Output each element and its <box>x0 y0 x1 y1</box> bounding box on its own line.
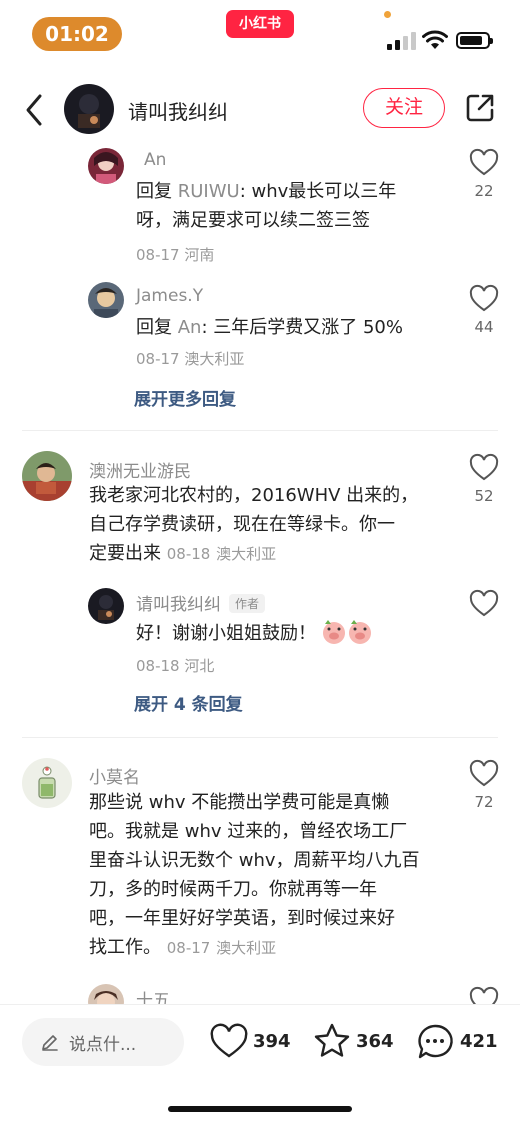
comment-meta: 08-17 河南 <box>136 244 214 265</box>
comment-author[interactable]: An <box>144 150 166 170</box>
comment-line: 里奋斗认识无数个 whv，周薪平均八九百 <box>89 850 420 871</box>
comment-input-placeholder: 说点什... <box>69 1035 137 1055</box>
like-count: 394 <box>253 1031 291 1052</box>
comment-line: 我老家河北农村的，2016WHV 出来的， <box>89 485 419 506</box>
like-icon[interactable] <box>210 1023 248 1061</box>
comment-date: 08-17 <box>136 350 180 368</box>
comment-location: 河南 <box>184 246 215 264</box>
comment-date: 08-18 <box>166 545 211 563</box>
comment-author[interactable]: 请叫我纠纠 <box>136 595 221 615</box>
reply-mention[interactable]: RUIWU <box>178 181 240 202</box>
comment-count: 421 <box>460 1031 498 1052</box>
avatar[interactable] <box>88 148 124 184</box>
avatar[interactable] <box>22 758 72 808</box>
comment-text: 回复 RUIWU: whv最长可以三年 呀，满足要求可以续二签三签 <box>136 177 436 235</box>
brand-badge: 小红书 <box>226 10 294 38</box>
author-tag: 作者 <box>229 594 266 613</box>
comment-line: 刀，多的时候两千刀。你就再等一年 <box>89 879 377 900</box>
like-count: 22 <box>474 182 494 200</box>
comment-author[interactable]: 澳洲无业游民 <box>89 457 191 482</box>
comment-date: 08-17 <box>136 246 180 264</box>
comment-text: 回复 An: 三年后学费又涨了 50% <box>136 313 456 342</box>
comment-location: 澳大利亚 <box>216 939 277 957</box>
avatar[interactable] <box>88 282 124 318</box>
reply-prefix: 回复 <box>136 181 178 202</box>
follow-button[interactable]: 关注 <box>363 88 445 128</box>
expand-replies-button[interactable]: 展开 4 条回复 <box>134 690 243 715</box>
reply-line2: 呀，满足要求可以续二签三签 <box>136 210 370 231</box>
comment-text: 好！谢谢小姐姐鼓励！ <box>136 619 436 648</box>
comment-date: 08-17 <box>166 939 211 957</box>
pencil-icon <box>42 1035 58 1051</box>
chevron-left-icon[interactable] <box>22 90 48 130</box>
reply-line1: whv最长可以三年 <box>251 181 397 202</box>
like-count: 52 <box>474 487 494 505</box>
avatar[interactable] <box>22 451 72 501</box>
heart-icon[interactable] <box>469 148 499 178</box>
author-name[interactable]: 请叫我纠纠 <box>128 96 228 125</box>
comment-location: 河北 <box>184 657 215 675</box>
expand-more-replies-button[interactable]: 展开更多回复 <box>134 385 236 410</box>
comment-line: 吧。我就是 whv 过来的，曾经农场工厂 <box>89 821 408 842</box>
status-time: 01:02 <box>32 17 122 51</box>
heart-icon[interactable] <box>469 759 499 789</box>
comment-text: 我老家河北农村的，2016WHV 出来的， 自己存学费读研，现在在等绿卡。你一 … <box>89 481 459 569</box>
comment-text: 那些说 whv 不能攒出学费可能是真懒 吧。我就是 whv 过来的，曾经农场工厂… <box>89 788 461 963</box>
wifi-icon <box>422 30 448 49</box>
comment-author-row: 请叫我纠纠 作者 <box>136 590 266 615</box>
heart-icon[interactable] <box>469 589 499 619</box>
comment-line: 定要出来 <box>89 543 161 564</box>
comment-line: 吧，一年里好好学英语，到时候过来好 <box>89 908 395 929</box>
home-indicator[interactable] <box>168 1106 352 1112</box>
author-avatar[interactable] <box>64 84 114 134</box>
reply-body: : <box>239 181 252 202</box>
reply-prefix: 回复 <box>136 317 178 338</box>
reply-mention[interactable]: An <box>178 317 202 338</box>
star-count: 364 <box>356 1031 394 1052</box>
avatar[interactable] <box>88 588 124 624</box>
comment-input[interactable]: 说点什... <box>22 1018 184 1066</box>
status-bar: 01:02 小红书 <box>0 0 520 70</box>
comment-author[interactable]: 小莫名 <box>89 763 140 788</box>
privacy-indicator-dot <box>384 11 391 18</box>
star-icon[interactable] <box>313 1022 351 1060</box>
reply-body: : 三年后学费又涨了 50% <box>201 317 403 338</box>
comment-location: 澳大利亚 <box>216 545 277 563</box>
comment-date: 08-18 <box>136 657 180 675</box>
heart-icon[interactable] <box>469 284 499 314</box>
comment-location: 澳大利亚 <box>184 350 245 368</box>
pig-emoji-icon <box>322 620 371 644</box>
comment-meta: 08-18 河北 <box>136 655 214 676</box>
comment-line: 自己存学费读研，现在在等绿卡。你一 <box>89 514 395 535</box>
comment-line: 那些说 whv 不能攒出学费可能是真懒 <box>89 792 390 813</box>
comment-author[interactable]: James.Y <box>136 286 203 306</box>
signal-icon <box>387 32 417 50</box>
divider <box>22 430 498 431</box>
comment-meta: 08-17 澳大利亚 <box>136 348 244 369</box>
reply-body: 好！谢谢小姐姐鼓励！ <box>136 623 316 644</box>
like-count: 72 <box>474 793 494 811</box>
comment-line: 找工作。 <box>89 937 161 958</box>
like-count: 44 <box>474 318 494 336</box>
comment-icon[interactable] <box>416 1023 454 1061</box>
battery-icon <box>456 32 493 49</box>
divider <box>22 737 498 738</box>
heart-icon[interactable] <box>469 453 499 483</box>
share-icon[interactable] <box>464 92 496 124</box>
